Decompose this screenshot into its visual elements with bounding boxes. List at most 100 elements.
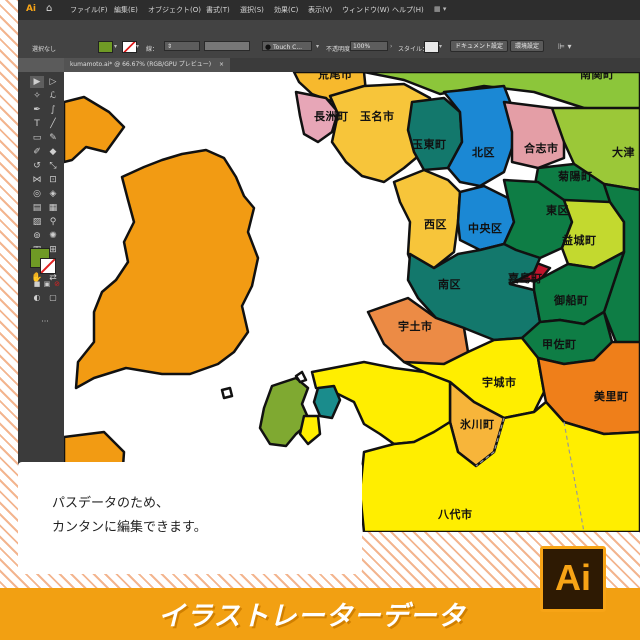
map-label-kosa: 甲佐町 [542,338,577,351]
menu-effect[interactable]: 効果(C) [274,5,298,15]
menu-bar: Ai ⌂ ファイル(F) 編集(E) オブジェクト(O) 書式(T) 選択(S)… [18,0,640,20]
map-label-arao: 荒尾市 [318,72,353,81]
map-label-kashima: 嘉島町 [508,272,543,285]
chevron-right-icon[interactable]: › [390,43,392,50]
menu-edit[interactable]: 編集(E) [114,5,138,15]
document-tab-title: kumamoto.ai* @ 66.67% (RGB/GPU プレビュー) [70,61,212,68]
close-icon[interactable]: × [219,61,224,68]
small-island-a [220,386,234,400]
stroke-weight-field[interactable]: ⇕ [164,41,200,51]
shimabara-main [74,148,260,390]
shape-builder-tool-icon[interactable]: ◎ [30,188,44,200]
document-tab[interactable]: kumamoto.ai* @ 66.67% (RGB/GPU プレビュー) × [64,58,231,72]
map-label-chuo: 中央区 [468,222,503,235]
map-label-misato: 美里町 [594,390,629,403]
amakusa-island-teal [312,384,342,420]
workspace-icon[interactable]: ▦ ▾ [434,5,446,13]
brush-field[interactable]: ● Touch C... [262,41,312,51]
eyedropper-tool-icon[interactable]: ⚲ [46,216,60,228]
badge-text: Ai [555,557,591,598]
mesh-tool-icon[interactable]: ▦ [46,202,60,214]
document-setup-button[interactable]: ドキュメント設定 [450,40,509,52]
map-label-higashi: 東区 [546,204,569,217]
shimabara-peninsula [64,95,126,164]
style-swatch[interactable] [424,41,439,53]
map-label-gyokuto: 玉東町 [412,138,447,151]
menu-object[interactable]: オブジェクト(O) [148,5,201,15]
live-paint-tool-icon[interactable]: ◈ [46,188,60,200]
illustrator-logo-icon: Ai [540,546,606,612]
stroke-label: 線： [146,46,159,53]
selection-tool-icon[interactable]: ▶ [30,76,44,88]
none-mode-icon[interactable]: ⊘ [50,278,64,290]
illustrator-window: Ai ⌂ ファイル(F) 編集(E) オブジェクト(O) 書式(T) 選択(S)… [18,0,640,532]
fill-swatch[interactable] [98,41,113,53]
app-logo: Ai [24,3,38,16]
width-tool-icon[interactable]: ⋈ [30,174,44,186]
home-icon[interactable]: ⌂ [46,3,58,15]
map-label-hikawa: 氷川町 [460,418,495,431]
map-label-mifune: 御船町 [554,294,589,307]
brush-name: Touch C... [273,44,303,51]
draw-mode-icon[interactable]: ◐ [30,292,44,304]
paintbrush-tool-icon[interactable]: ✎ [46,132,60,144]
menu-file[interactable]: ファイル(F) [70,5,108,15]
align-icon[interactable]: ⊫ ▾ [558,42,572,51]
map-label-mashiki: 益城町 [562,234,597,247]
map-label-ozu: 大津 [612,146,635,159]
magic-wand-tool-icon[interactable]: ✧ [30,90,44,102]
type-tool-icon[interactable]: T [30,118,44,130]
map-label-uki: 宇城市 [482,376,517,389]
chevron-down-icon[interactable]: ▾ [316,43,319,50]
menu-window[interactable]: ウィンドウ(W) [342,5,389,15]
lasso-tool-icon[interactable]: ℒ [46,90,60,102]
caption-line-2: カンタンに編集できます。 [52,520,207,535]
curvature-tool-icon[interactable]: ∫ [46,104,60,116]
opacity-field[interactable]: 100% [350,41,388,51]
map-label-nishi: 西区 [424,218,447,231]
opacity-value: 100% [353,43,371,50]
map-label-uto: 宇土市 [398,320,433,333]
more-tools-icon[interactable]: ··· [38,316,52,328]
caption-box: パスデータのため、 カンタンに編集できます。 [18,462,362,574]
amakusa-island-yellow [298,414,322,446]
stroke-color-icon[interactable] [40,258,56,274]
chevron-down-icon[interactable]: ▾ [439,43,442,50]
control-bar: 選択なし ▾ ▾ 線： ⇕ ● Touch C... ▾ 不透明度： 100% … [18,20,640,58]
free-transform-tool-icon[interactable]: ⊡ [46,174,60,186]
menu-view[interactable]: 表示(V) [308,5,332,15]
eraser-tool-icon[interactable]: ◆ [46,146,60,158]
line-tool-icon[interactable]: ╱ [46,118,60,130]
menu-select[interactable]: 選択(S) [240,5,264,15]
stroke-swatch[interactable] [122,41,137,53]
menu-type[interactable]: 書式(T) [206,5,230,15]
chevron-down-icon[interactable]: ▾ [136,43,139,50]
document-tab-bar: kumamoto.ai* @ 66.67% (RGB/GPU プレビュー) × [64,58,640,72]
rectangle-tool-icon[interactable]: ▭ [30,132,44,144]
scale-tool-icon[interactable]: ⤡ [46,160,60,172]
map-label-kikuyo: 菊陽町 [558,170,593,183]
screen-mode-icon[interactable]: ▢ [46,292,60,304]
direct-selection-tool-icon[interactable]: ▷ [46,76,60,88]
blend-tool-icon[interactable]: ⊚ [30,230,44,242]
footer-title: イラストレーターデータ [158,601,466,632]
map-label-nagasu: 長洲町 [314,110,349,123]
caption-line-1: パスデータのため、 [52,496,170,511]
shaper-tool-icon[interactable]: ✐ [30,146,44,158]
map-label-kita: 北区 [472,146,495,159]
pen-tool-icon[interactable]: ✒ [30,104,44,116]
menu-help[interactable]: ヘルプ(H) [392,5,424,15]
map-label-tamana: 玉名市 [360,110,395,123]
gradient-tool-icon[interactable]: ▨ [30,216,44,228]
symbol-sprayer-tool-icon[interactable]: ✺ [46,230,60,242]
map-label-nankan: 南関町 [580,72,615,81]
variable-width-field[interactable] [204,41,250,51]
small-island-b [294,370,308,384]
rotate-tool-icon[interactable]: ↺ [30,160,44,172]
map-label-koshi: 合志市 [524,142,559,155]
map-label-yatsushiro: 八代市 [438,508,473,521]
perspective-grid-tool-icon[interactable]: ▤ [30,202,44,214]
chevron-down-icon[interactable]: ▾ [114,43,117,50]
map-label-minami: 南区 [438,278,461,291]
preferences-button[interactable]: 環境設定 [510,40,545,52]
